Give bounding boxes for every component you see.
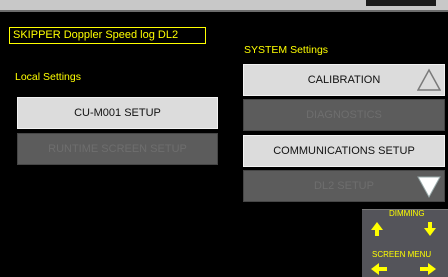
dimming-up-icon[interactable] <box>371 222 383 236</box>
scroll-down-icon[interactable] <box>417 175 441 199</box>
screen-menu-left-icon[interactable] <box>371 263 387 275</box>
top-strip <box>0 0 448 10</box>
diagnostics-button[interactable]: DIAGNOSTICS <box>243 99 445 131</box>
header-divider <box>0 10 448 24</box>
cu-m001-setup-button[interactable]: CU-M001 SETUP <box>17 97 218 129</box>
screen-menu-label: SCREEN MENU <box>372 250 432 259</box>
calibration-button[interactable]: CALIBRATION <box>243 64 445 96</box>
local-settings-heading: Local Settings <box>15 71 81 83</box>
top-strip-slot <box>366 0 436 6</box>
system-settings-heading: SYSTEM Settings <box>244 44 329 56</box>
device-title: SKIPPER Doppler Speed log DL2 <box>9 27 206 44</box>
dl2-setup-button[interactable]: DL2 SETUP <box>243 170 445 202</box>
scroll-up-icon[interactable] <box>417 68 441 92</box>
dimming-down-icon[interactable] <box>424 222 436 236</box>
screen-menu-right-icon[interactable] <box>420 263 436 275</box>
communications-setup-button[interactable]: COMMUNICATIONS SETUP <box>243 135 445 167</box>
dimming-label: DIMMING <box>389 209 425 218</box>
runtime-screen-setup-button[interactable]: RUNTIME SCREEN SETUP <box>17 133 218 165</box>
